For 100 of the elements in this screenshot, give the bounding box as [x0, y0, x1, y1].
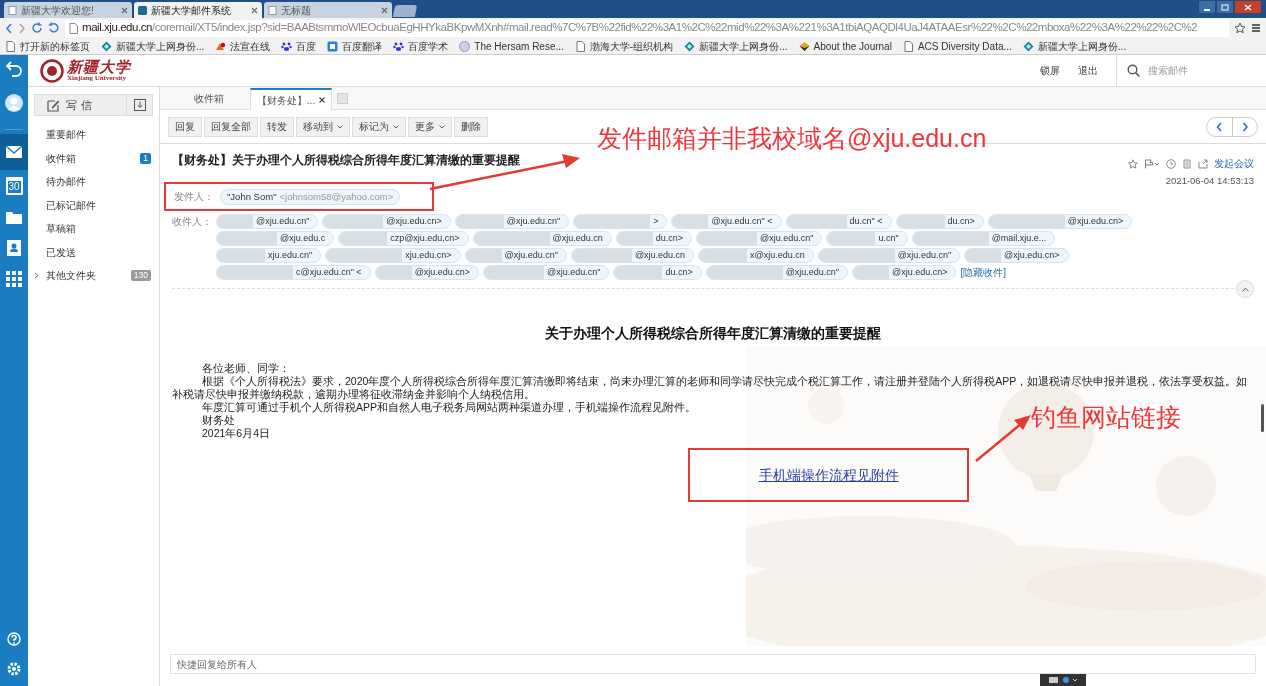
folder-item[interactable]: 已标记邮件 — [28, 193, 159, 217]
undo-icon[interactable] — [48, 22, 60, 34]
bookmark-item[interactable]: About the Journal — [798, 38, 892, 54]
meeting-link[interactable]: 发起会议 — [1214, 156, 1254, 171]
header-link[interactable]: 退出 — [1078, 63, 1098, 78]
quick-reply-field[interactable]: 快捷回复给所有人 — [170, 654, 1256, 674]
bookmark-item[interactable]: 新疆大学上网身份... — [1022, 38, 1127, 54]
folder-item[interactable]: 收件箱 1 — [28, 146, 159, 170]
browser-tab[interactable]: 新疆大学欢迎您! — [4, 2, 132, 18]
toolbar-button[interactable]: 回复全部 — [204, 116, 258, 137]
search-field[interactable]: 搜索邮件 — [1148, 63, 1248, 78]
close-icon[interactable] — [251, 6, 258, 14]
bookmark-item[interactable]: The Hersam Rese... — [459, 38, 564, 54]
recipient-chip[interactable]: @xju.edu.cn" — [216, 214, 319, 230]
bookmark-item[interactable]: 新疆大学上网身份... — [684, 38, 788, 54]
bookmark-star-icon[interactable] — [1234, 22, 1246, 34]
recipient-chip[interactable]: @xju.edu.cn" < — [671, 214, 782, 230]
reload-icon[interactable] — [31, 22, 43, 34]
hide-recipients-link[interactable]: [隐藏收件] — [960, 265, 1007, 281]
settings-icon[interactable] — [5, 660, 23, 678]
email-date: 2021-06-04 14:53:13 — [1165, 174, 1254, 188]
expand-caret-icon[interactable] — [34, 272, 39, 280]
bookmark-item[interactable]: 法宣在线 — [215, 38, 271, 54]
mail-tab[interactable]: 收件箱 — [168, 87, 250, 109]
recipient-chip[interactable]: c@xju.edu.cn" < — [216, 265, 371, 281]
bookmark-item[interactable]: ACS Diversity Data... — [902, 38, 1012, 54]
bookmark-item[interactable]: 新疆大学上网身份... — [101, 38, 205, 54]
recipient-chip[interactable]: @xju.edu.cn" — [705, 265, 849, 281]
bookmark-item[interactable]: 百度翻译 — [327, 38, 383, 54]
bookmark-item[interactable]: 百度 — [281, 38, 317, 54]
folder-item[interactable]: 已发送 — [28, 240, 159, 264]
toolbar-button[interactable]: 标记为 — [352, 116, 406, 137]
star-icon[interactable] — [1128, 158, 1138, 169]
back-icon[interactable] — [5, 22, 13, 34]
recipient-chip[interactable]: @xju.edu.cn> — [322, 214, 451, 230]
redaction-block — [571, 249, 632, 263]
mail-tab[interactable]: 【财务处】... — [250, 88, 332, 110]
clock-icon[interactable] — [1166, 158, 1176, 169]
bookmark-item[interactable]: 百度学术 — [393, 38, 449, 54]
recipient-chip[interactable]: > — [573, 214, 668, 230]
bookmark-item[interactable]: 渤海大学-组织机构 — [574, 38, 674, 54]
toolbar-button[interactable]: 删除 — [454, 116, 488, 137]
recipient-chip[interactable]: @xju.edu.cn> — [987, 214, 1133, 230]
recipient-chip[interactable]: du.cn" < — [785, 214, 892, 230]
recipient-chip[interactable]: @xju.edu.cn — [570, 248, 695, 264]
calendar-icon[interactable]: 30 — [5, 176, 23, 195]
browser-tab[interactable]: 无标题 — [264, 2, 392, 18]
minimize-button[interactable] — [1198, 0, 1216, 14]
attachment-link[interactable]: 手机端操作流程见附件 — [758, 464, 899, 486]
toolbar-button[interactable]: 移动到 — [296, 116, 350, 137]
recipient-chip[interactable]: u.cn" — [826, 231, 908, 247]
recipient-chip[interactable]: du.cn> — [615, 231, 693, 247]
recipient-chip[interactable]: @mail.xju.e... — [911, 231, 1056, 247]
maximize-button[interactable] — [1216, 0, 1234, 14]
header-link[interactable]: 锁屏 — [1040, 63, 1060, 78]
toolbar-button[interactable]: 回复 — [168, 116, 202, 137]
recipient-chip[interactable]: @xju.edu.cn" — [464, 248, 567, 264]
share-icon[interactable] — [1198, 158, 1208, 169]
bookmark-item[interactable]: 打开新的标签页 — [5, 38, 90, 54]
recipient-chip[interactable]: du.cn> — [895, 214, 984, 230]
folder-item[interactable]: 待办邮件 — [28, 170, 159, 194]
recipient-chip[interactable]: @xju.edu.cn> — [852, 265, 957, 281]
redaction-block — [697, 232, 758, 246]
folder-item[interactable]: 其他文件夹 130 — [28, 264, 159, 288]
browser-tab[interactable]: 新疆大学邮件系统 — [134, 2, 262, 18]
menu-icon[interactable] — [1251, 23, 1261, 33]
recipient-chip[interactable]: xju.edu.cn> — [325, 248, 461, 264]
avatar-icon[interactable] — [5, 94, 23, 112]
recipient-chip[interactable]: @xju.edu.cn> — [374, 265, 480, 281]
recipient-chip[interactable]: @xju.edu.cn" — [483, 265, 610, 281]
recipient-chip[interactable]: @xju.edu.cn" — [696, 231, 823, 247]
recipient-chip[interactable]: xju.edu.cn" — [216, 248, 322, 264]
recipient-chip[interactable]: @xju.edu.cn — [472, 231, 612, 247]
flag-icon[interactable] — [1144, 158, 1160, 169]
address-field[interactable]: mail.xju.edu.cn/coremail/XT5/index.jsp?sid=BAABtsmmoWlEOcbuaEgHHYkaBKpwMXnh#mail.read%7C%7B%22fid%22%3A1%2C%22mid%22%3A%221%3A1tbiAQAQDl4UaJ4ATAAEsr%22%2C%22mboxa%22%3A%22%22%2C%2 — [65, 19, 1229, 37]
mail-icon[interactable] — [5, 143, 23, 161]
input-method-bar[interactable] — [1040, 674, 1086, 686]
folder-item[interactable]: 重要邮件 — [28, 123, 159, 147]
recipient-chip[interactable]: @xju.edu.cn" — [817, 248, 961, 264]
recipient-chip[interactable]: czp@xju.edu.cn> — [338, 231, 469, 247]
close-button[interactable] — [1234, 0, 1262, 14]
help-icon[interactable] — [5, 630, 23, 648]
contact-card-icon[interactable] — [5, 238, 23, 257]
toolbar-button[interactable]: 转发 — [260, 116, 294, 137]
recipient-chip[interactable]: @xju.edu.cn" — [454, 214, 570, 230]
body-paragraph: 财务处 — [201, 414, 236, 428]
folder-item[interactable]: 草稿箱 — [28, 217, 159, 241]
recipient-chip[interactable]: @xju.edu.cn> — [964, 248, 1069, 264]
document-icon[interactable] — [1182, 158, 1192, 169]
toolbar-button[interactable]: 更多 — [408, 116, 452, 137]
recipient-chip[interactable]: du.cn> — [613, 265, 702, 281]
university-emblem-icon — [40, 58, 64, 83]
close-icon[interactable] — [319, 97, 326, 103]
back-icon[interactable] — [5, 59, 23, 77]
apps-grid-icon[interactable] — [5, 269, 23, 288]
new-tab-button[interactable] — [392, 5, 418, 17]
recipient-chip[interactable]: @xju.edu.c — [216, 231, 335, 247]
recipient-chip[interactable]: x@xju.edu.cn — [698, 248, 814, 264]
sender-chip[interactable]: "John Som" <johnsom58@yahoo.com> — [220, 188, 401, 205]
scrollbar-thumb[interactable] — [1261, 404, 1264, 432]
